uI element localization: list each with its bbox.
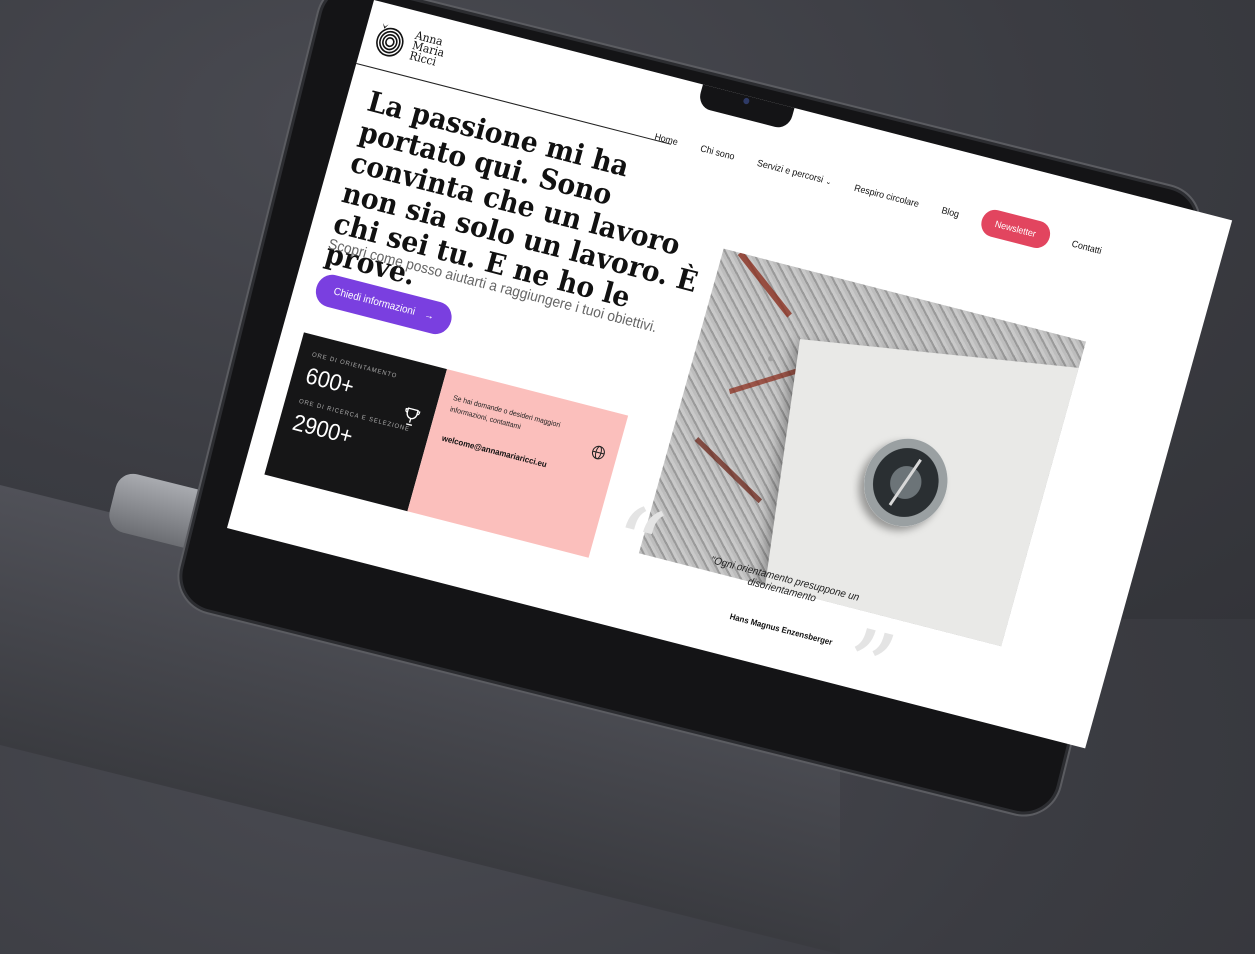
arrow-right-icon: → [422, 309, 436, 323]
brand-name: Anna Maria Ricci [408, 28, 448, 70]
nav-contatti[interactable]: Contatti [1071, 238, 1103, 256]
nav-blog[interactable]: Blog [940, 205, 960, 220]
nav-servizi-label: Servizi e percorsi [755, 157, 825, 185]
nav-respiro-circolare[interactable]: Respiro circolare [853, 182, 920, 209]
rug-pattern [728, 368, 798, 395]
spiral-logo-icon [369, 19, 411, 62]
hero-photo-compass [638, 248, 1086, 647]
rug-pattern [737, 250, 792, 318]
nav-chi-sono[interactable]: Chi sono [699, 143, 736, 162]
nav-home[interactable]: Home [653, 131, 679, 147]
chevron-down-icon: ⌄ [824, 178, 833, 187]
brand-logo[interactable]: Anna Maria Ricci [369, 19, 448, 71]
camera-dot [742, 97, 751, 105]
compass-needle [888, 458, 922, 506]
rug-pattern [694, 437, 763, 504]
globe-icon [589, 444, 607, 465]
contact-panel: Se hai domande o desideri maggiori infor… [407, 369, 629, 558]
newsletter-button[interactable]: Newsletter [978, 207, 1053, 251]
nav-servizi[interactable]: Servizi e percorsi⌄ [756, 158, 833, 187]
cta-label: Chiedi informazioni [332, 285, 417, 318]
